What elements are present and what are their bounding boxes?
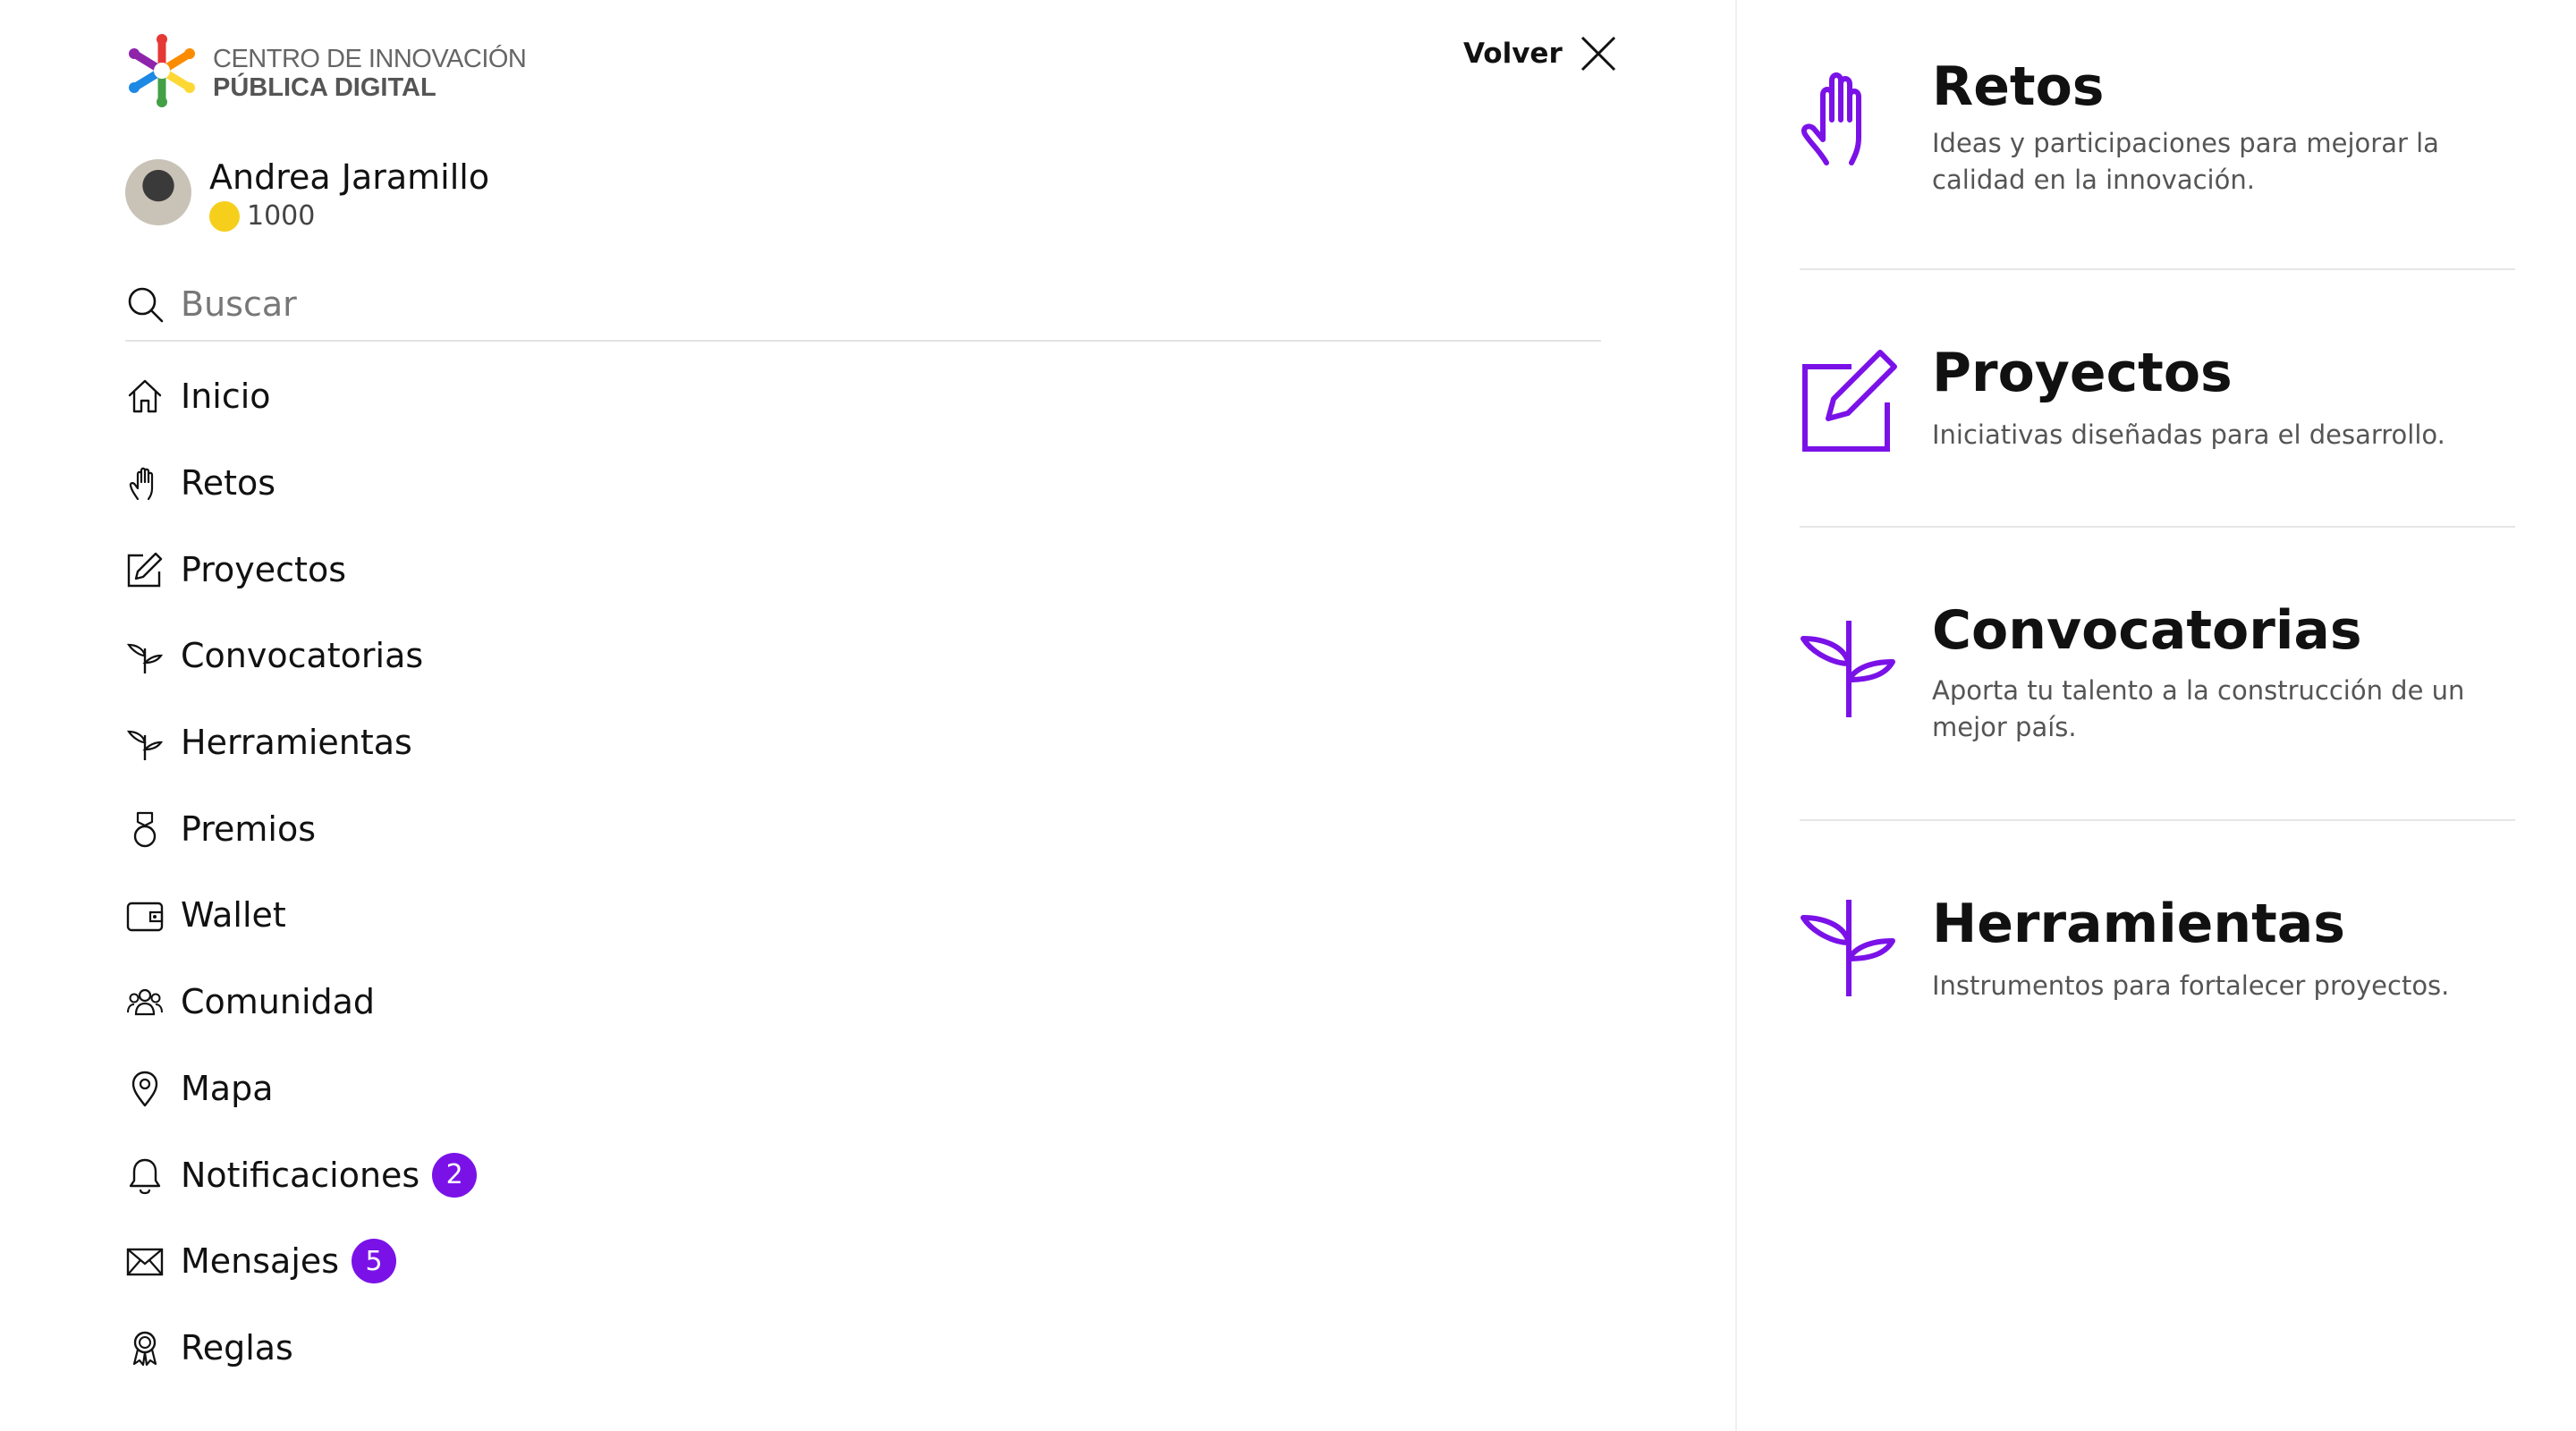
user-points: 1000	[209, 200, 489, 232]
logo-subtitle: PÚBLICA DIGITAL	[213, 73, 436, 102]
category-card-proyectos[interactable]: Proyectos Iniciativas diseñadas para el …	[1800, 342, 2515, 521]
menu-item-label: Convocatorias	[181, 636, 424, 676]
category-card-convocatorias[interactable]: Convocatorias Aporta tu talento a la con…	[1800, 599, 2515, 814]
sprout-icon	[125, 636, 165, 675]
menu-item-wallet[interactable]: Wallet	[125, 872, 930, 959]
logo-title: CENTRO DE INNOVACIÓN	[213, 45, 527, 73]
menu-item-label: Mensajes	[181, 1241, 340, 1282]
community-icon	[125, 982, 165, 1021]
category-separator	[1800, 526, 2515, 528]
category-title: Proyectos	[1932, 342, 2233, 404]
search-bar	[125, 268, 1601, 342]
menu-item-label: Mapa	[181, 1068, 274, 1108]
avatar[interactable]	[125, 159, 191, 225]
menu-item-premios[interactable]: Premios	[125, 785, 930, 872]
back-button-label: Volver	[1463, 38, 1563, 70]
category-card-retos[interactable]: Retos Ideas y participaciones para mejor…	[1800, 55, 2515, 270]
category-separator	[1800, 819, 2515, 821]
sprout-icon	[1800, 896, 1898, 1003]
menu-item-inicio[interactable]: Inicio	[125, 353, 930, 440]
bell-icon	[125, 1156, 165, 1195]
category-title: Herramientas	[1932, 893, 2345, 955]
category-description: Instrumentos para fortalecer proyectos.	[1932, 970, 2450, 1001]
menu-item-label: Reglas	[181, 1327, 293, 1367]
menu-item-label: Premios	[181, 809, 317, 849]
category-title: Convocatorias	[1932, 599, 2362, 662]
hand-icon	[1800, 64, 1898, 172]
user-name: Andrea Jaramillo	[209, 157, 490, 197]
panel-divider	[1735, 0, 1737, 1431]
menu-item-mensajes[interactable]: Mensajes 5	[125, 1218, 930, 1305]
award-icon	[125, 1328, 165, 1367]
navigation-overlay: CENTRO DE INNOVACIÓN PÚBLICA DIGITAL Vol…	[0, 0, 2576, 1431]
points-value: 1000	[247, 200, 316, 232]
menu-item-proyectos[interactable]: Proyectos	[125, 526, 930, 613]
category-title: Retos	[1932, 55, 2105, 118]
sprout-icon	[125, 723, 165, 762]
menu-item-comunidad[interactable]: Comunidad	[125, 959, 930, 1046]
main-menu: Inicio Retos Proyectos Convocatorias Her…	[125, 353, 930, 1391]
hand-icon	[125, 463, 165, 503]
menu-panel: CENTRO DE INNOVACIÓN PÚBLICA DIGITAL Vol…	[0, 0, 1735, 1431]
category-card-herramientas[interactable]: Herramientas Instrumentos para fortalece…	[1800, 893, 2515, 1071]
category-separator	[1800, 268, 2515, 270]
coin-icon	[209, 200, 240, 232]
menu-item-label: Herramientas	[181, 723, 412, 763]
menu-item-label: Proyectos	[181, 549, 346, 589]
search-icon	[128, 287, 164, 323]
back-button[interactable]: Volver	[1463, 27, 1620, 80]
medal-icon	[125, 809, 165, 849]
close-icon[interactable]	[1577, 32, 1620, 75]
mail-icon	[125, 1241, 165, 1281]
menu-item-label: Wallet	[181, 895, 286, 936]
menu-item-herramientas[interactable]: Herramientas	[125, 699, 930, 786]
menu-item-label: Inicio	[181, 377, 271, 417]
menu-item-retos[interactable]: Retos	[125, 440, 930, 527]
menu-item-convocatorias[interactable]: Convocatorias	[125, 613, 930, 699]
menu-item-reglas[interactable]: Reglas	[125, 1305, 930, 1392]
user-info: Andrea Jaramillo 1000	[209, 157, 489, 232]
wallet-icon	[125, 895, 165, 935]
message-count-badge: 5	[352, 1239, 397, 1284]
menu-item-mapa[interactable]: Mapa	[125, 1046, 930, 1132]
category-panel: Retos Ideas y participaciones para mejor…	[1800, 0, 2515, 1431]
home-icon	[125, 377, 165, 416]
map-pin-icon	[125, 1069, 165, 1108]
menu-item-notificaciones[interactable]: Notificaciones 2	[125, 1131, 930, 1218]
menu-item-label: Retos	[181, 463, 276, 504]
sprout-icon	[1800, 617, 1898, 724]
search-input[interactable]	[181, 284, 1433, 324]
category-description: Iniciativas diseñadas para el desarrollo…	[1932, 419, 2445, 450]
menu-item-label: Comunidad	[181, 982, 376, 1022]
edit-icon	[1800, 347, 1898, 454]
category-description: Ideas y participaciones para mejorar la …	[1932, 128, 2439, 195]
notification-count-badge: 2	[432, 1152, 478, 1198]
edit-icon	[125, 550, 165, 589]
brand-logo[interactable]: CENTRO DE INNOVACIÓN PÚBLICA DIGITAL	[125, 32, 527, 109]
category-description: Aporta tu talento a la construcción de u…	[1932, 675, 2465, 742]
menu-item-label: Notificaciones	[181, 1155, 420, 1195]
user-profile[interactable]: Andrea Jaramillo 1000	[125, 157, 489, 238]
logo-mark-icon	[129, 34, 195, 107]
